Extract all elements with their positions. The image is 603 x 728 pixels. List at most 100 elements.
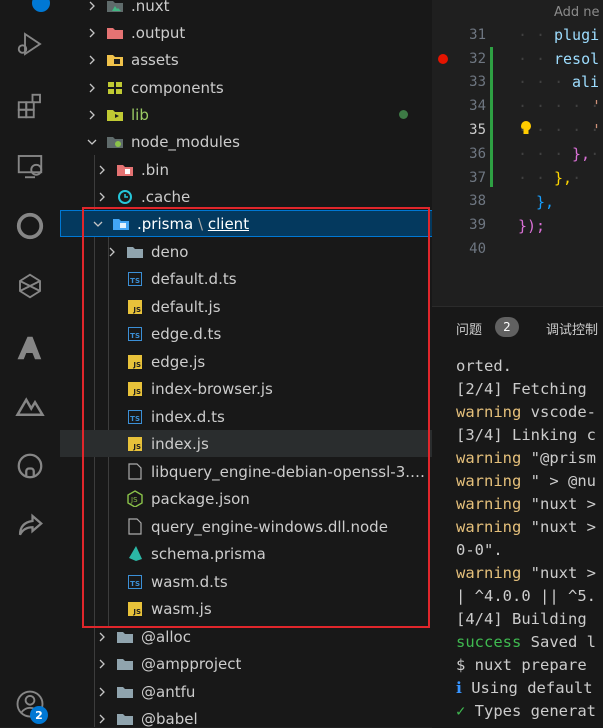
tree-item-file[interactable]: TS default.d.ts xyxy=(60,265,432,292)
tree-item-file[interactable]: JS package.json xyxy=(60,485,432,512)
chevron-right-icon xyxy=(94,684,110,700)
tree-item-bin[interactable]: .bin xyxy=(60,156,432,183)
remote-explorer-icon[interactable] xyxy=(14,150,46,182)
output-folder-icon xyxy=(106,24,124,42)
tree-item-label: default.d.ts xyxy=(151,269,237,288)
svg-text:JS: JS xyxy=(130,496,138,504)
activity-bar: 2 xyxy=(0,0,61,727)
tree-item-label: wasm.js xyxy=(151,599,212,618)
typescript-file-icon: TS xyxy=(126,573,144,591)
path-segment[interactable]: client xyxy=(208,215,249,233)
typescript-file-icon: TS xyxy=(126,325,144,343)
chevron-right-icon xyxy=(94,629,110,645)
bottom-panel: 问题 2 调试控制 orted. [2/4] Fetching warning vs… xyxy=(432,306,603,728)
whitespace-dots: · · · · · · · · xyxy=(518,121,600,139)
tree-item-label: edge.js xyxy=(151,352,206,371)
problems-count-badge: 2 xyxy=(495,317,519,337)
tree-item-ampproject[interactable]: @ampproject xyxy=(60,650,432,677)
share-icon[interactable] xyxy=(14,510,46,542)
diff-added-bar xyxy=(490,47,493,187)
terminal-line: success Saved l xyxy=(456,633,596,651)
tree-item-label: @babel xyxy=(141,709,198,728)
tree-item-output[interactable]: .output xyxy=(60,19,432,46)
tree-item-file[interactable]: schema.prisma xyxy=(60,540,432,567)
tree-item-prisma-client[interactable]: .prisma \ client xyxy=(60,210,432,237)
tab-debug-console[interactable]: 调试控制 xyxy=(546,319,598,338)
tree-item-file[interactable]: JS wasm.js xyxy=(60,595,432,622)
tree-item-file[interactable]: TS wasm.d.ts xyxy=(60,568,432,595)
azure-icon[interactable] xyxy=(14,332,46,364)
nuxt-icon[interactable] xyxy=(14,390,46,422)
terminal-line: [3/4] Linking c xyxy=(456,426,596,444)
line-number: 38 xyxy=(469,193,486,209)
path-segment: .prisma xyxy=(137,214,194,233)
tree-item-file[interactable]: JS index.js xyxy=(60,430,432,457)
terminal-text: warning xyxy=(456,564,522,582)
tree-item-cache[interactable]: .cache xyxy=(60,183,432,210)
terminal-text: vscode- xyxy=(521,403,596,421)
lib-folder-icon xyxy=(106,106,124,124)
tree-item-assets[interactable]: assets xyxy=(60,46,432,73)
javascript-file-icon: JS xyxy=(126,380,144,398)
tree-item-alloc[interactable]: @alloc xyxy=(60,623,432,650)
tree-item-antfu[interactable]: @antfu xyxy=(60,678,432,705)
tree-item-file[interactable]: JS default.js xyxy=(60,293,432,320)
github-icon[interactable] xyxy=(14,450,46,482)
tree-item-file[interactable]: JS index-browser.js xyxy=(60,375,432,402)
chevron-down-icon xyxy=(84,134,100,150)
terminal-text: "nuxt > xyxy=(521,518,596,536)
line-number: 34 xyxy=(469,98,486,114)
terminal-text: warning xyxy=(456,495,522,513)
javascript-file-icon: JS xyxy=(126,298,144,316)
typescript-file-icon: TS xyxy=(126,408,144,426)
inline-hint: Add ne xyxy=(554,5,600,20)
terminal-line: ✓ Types generat xyxy=(456,702,596,720)
code-line: }, xyxy=(554,169,573,187)
tree-item-file[interactable]: JS edge.js xyxy=(60,348,432,375)
tree-item-file[interactable]: query_engine-windows.dll.node xyxy=(60,513,432,540)
terminal-text: Using default xyxy=(461,679,593,697)
tree-item-label: components xyxy=(131,78,224,97)
terminal-line: [4/4] Building xyxy=(456,610,587,628)
terminal-text: warning xyxy=(456,472,522,490)
tree-item-babel[interactable]: @babel xyxy=(60,705,432,728)
terminal-text: warning xyxy=(456,403,522,421)
tree-item-label: query_engine-windows.dll.node xyxy=(151,517,388,536)
tree-item-label: schema.prisma xyxy=(151,544,266,563)
tree-item-file[interactable]: libquery_engine-debian-openssl-3.0.... xyxy=(60,458,428,485)
code-editor[interactable]: Add ne 31 32 33 34 35 36 37 38 39 40 · ·… xyxy=(432,0,603,306)
tree-item-nuxt[interactable]: .nuxt xyxy=(60,0,432,19)
tree-item-file[interactable]: TS index.d.ts xyxy=(60,403,432,430)
line-number: 32 xyxy=(469,51,486,67)
extensions-icon[interactable] xyxy=(14,90,46,122)
top-badge xyxy=(32,0,50,12)
tree-item-label: .prisma \ client xyxy=(137,215,249,233)
terminal-text: Saved l xyxy=(521,633,596,651)
circle-extension-icon[interactable] xyxy=(14,210,46,242)
tree-item-node-modules[interactable]: node_modules xyxy=(60,128,432,155)
tab-problems[interactable]: 问题 xyxy=(456,319,482,338)
prisma-alt-icon[interactable] xyxy=(14,270,46,302)
javascript-file-icon: JS xyxy=(126,435,144,453)
run-debug-icon[interactable] xyxy=(14,28,46,60)
terminal-text: | ^4.0.0 || ^5. xyxy=(456,587,596,605)
tree-item-lib[interactable]: lib xyxy=(60,101,432,128)
tree-item-label: default.js xyxy=(151,297,221,316)
terminal-line: warning "nuxt > xyxy=(456,518,596,536)
tree-item-deno[interactable]: deno xyxy=(60,238,432,265)
terminal-text: 0-0". xyxy=(456,541,503,559)
chevron-right-icon xyxy=(94,162,110,178)
code-line: ' xyxy=(592,97,602,115)
tree-item-label: lib xyxy=(131,105,149,124)
chevron-right-icon xyxy=(84,80,100,96)
terminal-line: 0-0". xyxy=(456,541,503,559)
tree-item-components[interactable]: components xyxy=(60,74,432,101)
javascript-file-icon: JS xyxy=(126,353,144,371)
tree-item-label: .cache xyxy=(141,187,191,206)
tree-item-file[interactable]: TS edge.d.ts xyxy=(60,320,432,347)
terminal-text: "nuxt > xyxy=(521,564,596,582)
tree-item-label: @alloc xyxy=(141,627,191,646)
line-number: 36 xyxy=(469,146,486,162)
chevron-down-icon xyxy=(90,216,106,232)
nodejs-file-icon: JS xyxy=(126,490,144,508)
